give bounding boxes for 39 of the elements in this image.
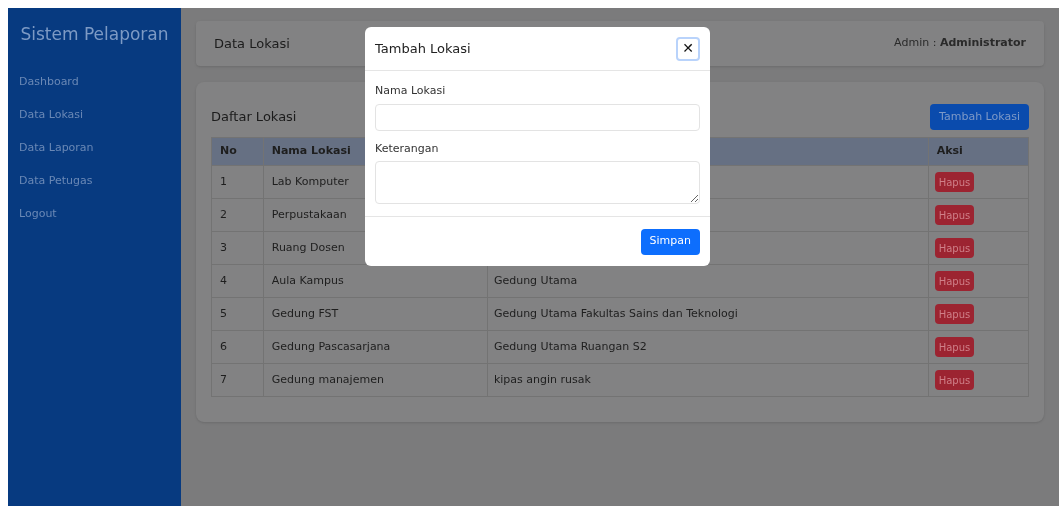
field-label: Nama Lokasi [375, 83, 447, 99]
table-cell: Gedung FST [263, 297, 488, 331]
delete-button[interactable]: Hapus [934, 337, 975, 357]
delete-button[interactable]: Hapus [934, 205, 975, 225]
table-cell: Gedung Utama Ruangan S2 [487, 330, 929, 364]
input-field[interactable] [375, 103, 700, 131]
sidebar-item[interactable]: Data Laporan [8, 139, 181, 173]
close-button[interactable]: ✕ [676, 36, 700, 61]
delete-button[interactable]: Hapus [934, 370, 975, 390]
table-cell: 1 [211, 165, 264, 199]
table-cell: 5 [211, 297, 264, 331]
card-title: Daftar Lokasi [211, 108, 297, 127]
sidebar-item[interactable]: Data Petugas [8, 172, 181, 206]
table-cell: 7 [211, 363, 264, 397]
table-cell: 6 [211, 330, 264, 364]
sidebar-item[interactable]: Dashboard [8, 73, 181, 107]
page-title: Data Lokasi [214, 34, 290, 53]
sidebar-item[interactable]: Data Lokasi [8, 106, 181, 140]
sidebar-item[interactable]: Logout [8, 205, 181, 239]
table-cell: 3 [211, 231, 264, 265]
admin-label: Admin : Administrator [894, 35, 1026, 52]
delete-button[interactable]: Hapus [934, 172, 975, 192]
field-label: Keterangan [375, 140, 440, 157]
table-cell: Gedung manajemen [263, 363, 488, 397]
table-cell: Gedung Utama Fakultas Sains dan Teknologi [487, 297, 929, 331]
table-cell: 2 [211, 198, 264, 232]
table-cell: 4 [211, 264, 264, 298]
column-header: Aksi [928, 137, 1029, 166]
delete-button[interactable]: Hapus [934, 238, 975, 258]
add-location-button[interactable]: Tambah Lokasi [930, 104, 1029, 130]
save-button[interactable]: Simpan [640, 228, 700, 255]
table-cell: Gedung Pascasarjana [263, 330, 488, 364]
text-area[interactable] [375, 161, 700, 204]
delete-button[interactable]: Hapus [934, 304, 975, 324]
column-header: No [211, 137, 264, 166]
app-title: Sistem Pelaporan [19, 23, 170, 46]
modal-title: Tambah Lokasi [375, 39, 471, 58]
table-cell: kipas angin rusak [487, 363, 929, 397]
delete-button[interactable]: Hapus [934, 271, 975, 291]
